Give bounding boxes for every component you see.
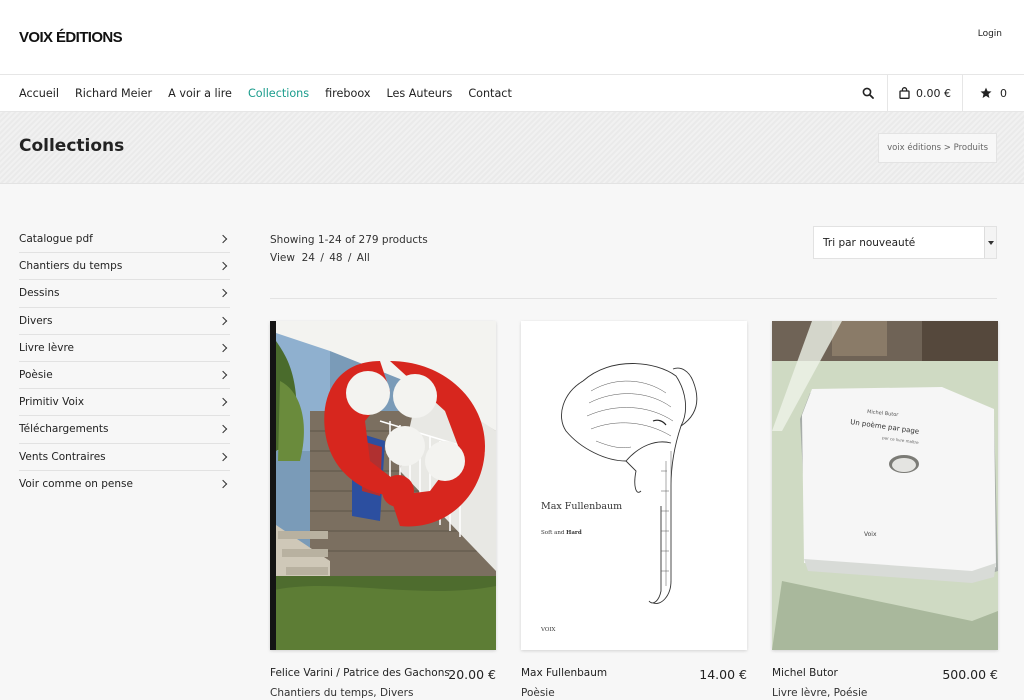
chevron-right-icon	[218, 452, 228, 461]
nav-item-a-voir-a-lire[interactable]: A voir a lire	[168, 87, 232, 100]
sidebar-item-label: Divers	[19, 314, 53, 327]
view-option-24[interactable]: 24	[302, 252, 315, 264]
page-title: Collections	[19, 136, 125, 156]
star-icon	[980, 87, 992, 98]
sidebar-item-label: Livre lèvre	[19, 341, 75, 354]
view-options: View 24 / 48 / All	[270, 252, 370, 264]
cover-publisher: Voix	[864, 531, 877, 538]
chevron-right-icon	[218, 425, 228, 434]
nav-item-fireboox[interactable]: fireboox	[325, 87, 370, 100]
sidebar-item-label: Primitiv Voix	[19, 396, 85, 409]
sidebar-item-primitiv-voix[interactable]: Primitiv Voix	[19, 389, 230, 417]
site-logo[interactable]: VOIX ÉDITIONS	[19, 29, 123, 46]
product-card: Felice Varini / Patrice des Gachons 20.0…	[270, 321, 496, 700]
cover-author: Max Fullenbaum	[541, 501, 622, 512]
product-info: Max Fullenbaum 14.00 € Poèsie	[521, 663, 747, 700]
nav-item-les-auteurs[interactable]: Les Auteurs	[386, 87, 452, 100]
dropdown-arrow-icon	[984, 227, 996, 258]
chevron-right-icon	[218, 289, 228, 298]
chevron-right-icon	[218, 480, 228, 489]
sidebar-item-label: Voir comme on pense	[19, 478, 133, 491]
sidebar-item-divers[interactable]: Divers	[19, 308, 230, 335]
product-photo	[270, 321, 496, 650]
breadcrumb-text[interactable]: voix éditions > Produits	[887, 143, 988, 153]
sidebar-item-catalogue-pdf[interactable]: Catalogue pdf	[19, 226, 230, 254]
product-info: Michel Butor 500.00 € Livre lèvre, Poési…	[772, 663, 998, 700]
product-categories[interactable]: Livre lèvre, Poésie	[772, 687, 867, 699]
nav-item-accueil[interactable]: Accueil	[19, 87, 59, 100]
product-price: 14.00 €	[699, 667, 747, 682]
view-option-all[interactable]: All	[357, 252, 370, 264]
product-photo: Michel Butor Un poème par page par ce li…	[772, 321, 998, 650]
sidebar-item-label: Dessins	[19, 287, 60, 300]
sort-select[interactable]: Tri par nouveauté	[813, 226, 997, 259]
product-info: Felice Varini / Patrice des Gachons 20.0…	[270, 663, 496, 700]
sidebar-item-vents-contraires[interactable]: Vents Contraires	[19, 444, 230, 471]
sidebar-item-label: Vents Contraires	[19, 450, 106, 463]
nav-item-collections[interactable]: Collections	[248, 87, 309, 100]
view-option-48[interactable]: 48	[329, 252, 342, 264]
sidebar-item-livre-levre[interactable]: Livre lèvre	[19, 335, 230, 362]
favorites-count: 0	[1000, 86, 1007, 100]
product-price: 500.00 €	[942, 667, 998, 682]
cart-button[interactable]: 0.00 €	[887, 75, 962, 111]
main-navbar: Accueil Richard Meier A voir a lire Coll…	[0, 74, 1024, 112]
sort-selected-value: Tri par nouveauté	[823, 236, 916, 249]
sidebar-item-label: Chantiers du temps	[19, 260, 123, 273]
product-card: Michel Butor Un poème par page par ce li…	[772, 321, 998, 700]
nav-item-contact[interactable]: Contact	[468, 87, 512, 100]
chevron-right-icon	[218, 370, 228, 380]
cover-subtitle: Soft and Hard	[541, 530, 582, 536]
product-categories[interactable]: Chantiers du temps, Divers	[270, 687, 413, 699]
product-image[interactable]: Michel Butor Un poème par page par ce li…	[772, 321, 998, 650]
chevron-right-icon	[218, 343, 228, 353]
sidebar-item-voir-comme-on-pense[interactable]: Voir comme on pense	[19, 471, 230, 498]
product-title[interactable]: Felice Varini / Patrice des Gachons	[270, 667, 450, 679]
top-bar: VOIX ÉDITIONS Login	[0, 0, 1024, 74]
chevron-right-icon	[218, 316, 228, 325]
nav-item-richard-meier[interactable]: Richard Meier	[75, 87, 152, 100]
cover-publisher: VOIX	[540, 627, 556, 633]
page-header: Collections voix éditions > Produits	[0, 112, 1024, 184]
breadcrumb[interactable]: voix éditions > Produits	[878, 133, 997, 163]
product-categories[interactable]: Poèsie	[521, 687, 555, 699]
search-button[interactable]	[849, 75, 887, 111]
chevron-right-icon	[218, 262, 228, 271]
favorites-button[interactable]: 0	[962, 75, 1024, 111]
result-summary: Showing 1-24 of 279 products View 24 / 4…	[270, 231, 428, 267]
product-card: Max Fullenbaum Soft and Hard VOIX Max Fu…	[521, 321, 747, 700]
main-nav: Accueil Richard Meier A voir a lire Coll…	[19, 75, 528, 111]
sidebar-item-label: Catalogue pdf	[19, 233, 93, 246]
sidebar-item-chantiers-du-temps[interactable]: Chantiers du temps	[19, 253, 230, 281]
view-label: View	[270, 252, 295, 264]
product-image[interactable]	[270, 321, 496, 650]
product-price: 20.00 €	[448, 667, 496, 682]
shopping-bag-icon	[899, 87, 910, 99]
product-title[interactable]: Michel Butor	[772, 667, 838, 679]
divider	[270, 298, 997, 299]
chevron-right-icon	[218, 397, 228, 407]
search-icon	[862, 87, 874, 99]
product-image[interactable]: Max Fullenbaum Soft and Hard VOIX	[521, 321, 747, 650]
category-sidebar: Catalogue pdf Chantiers du temps Dessins…	[19, 226, 230, 498]
chevron-right-icon	[218, 234, 228, 244]
book-cover: Max Fullenbaum Soft and Hard VOIX	[521, 321, 747, 650]
product-title[interactable]: Max Fullenbaum	[521, 667, 607, 679]
login-link[interactable]: Login	[978, 29, 1002, 39]
sidebar-item-telechargements[interactable]: Téléchargements	[19, 416, 230, 444]
cart-total: 0.00 €	[916, 86, 951, 100]
sidebar-item-label: Poèsie	[19, 369, 53, 382]
nav-tools: 0.00 € 0	[849, 75, 1024, 111]
sidebar-item-poesie[interactable]: Poèsie	[19, 362, 230, 390]
sidebar-item-label: Téléchargements	[19, 423, 109, 436]
sidebar-item-dessins[interactable]: Dessins	[19, 280, 230, 308]
result-count: Showing 1-24 of 279 products	[270, 234, 428, 246]
